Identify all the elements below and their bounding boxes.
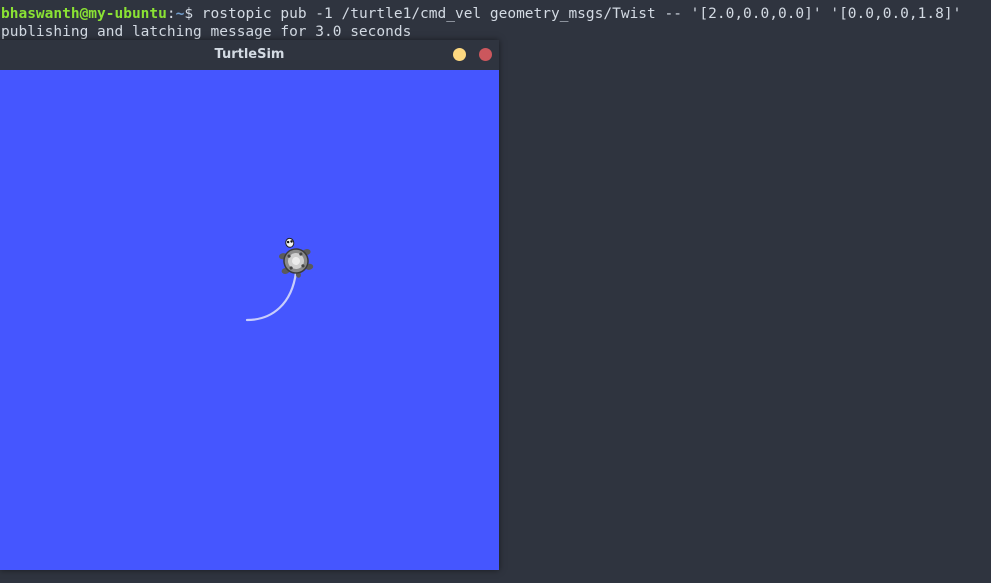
- terminal-command: rostopic pub -1 /turtle1/cmd_vel geometr…: [193, 6, 962, 22]
- terminal-output-line: publishing and latching message for 3.0 …: [1, 24, 412, 40]
- minimize-button[interactable]: [453, 48, 466, 61]
- turtle-icon: [278, 237, 314, 278]
- prompt-separator: :: [166, 6, 176, 22]
- terminal-command-line: bhaswanth@my-ubuntu:~$ rostopic pub -1 /…: [1, 5, 961, 23]
- close-button[interactable]: [479, 48, 492, 61]
- prompt-user: bhaswanth@my-ubuntu: [1, 6, 167, 22]
- window-titlebar[interactable]: TurtleSim: [0, 40, 499, 70]
- canvas-drawing: [245, 237, 314, 322]
- prompt-symbol: $: [184, 6, 194, 22]
- turtle-trail: [245, 270, 298, 322]
- turtlesim-window[interactable]: TurtleSim: [0, 40, 499, 570]
- turtle-canvas: [0, 70, 499, 570]
- window-title: TurtleSim: [214, 47, 285, 62]
- desktop: bhaswanth@my-ubuntu:~$ rostopic pub -1 /…: [0, 0, 991, 583]
